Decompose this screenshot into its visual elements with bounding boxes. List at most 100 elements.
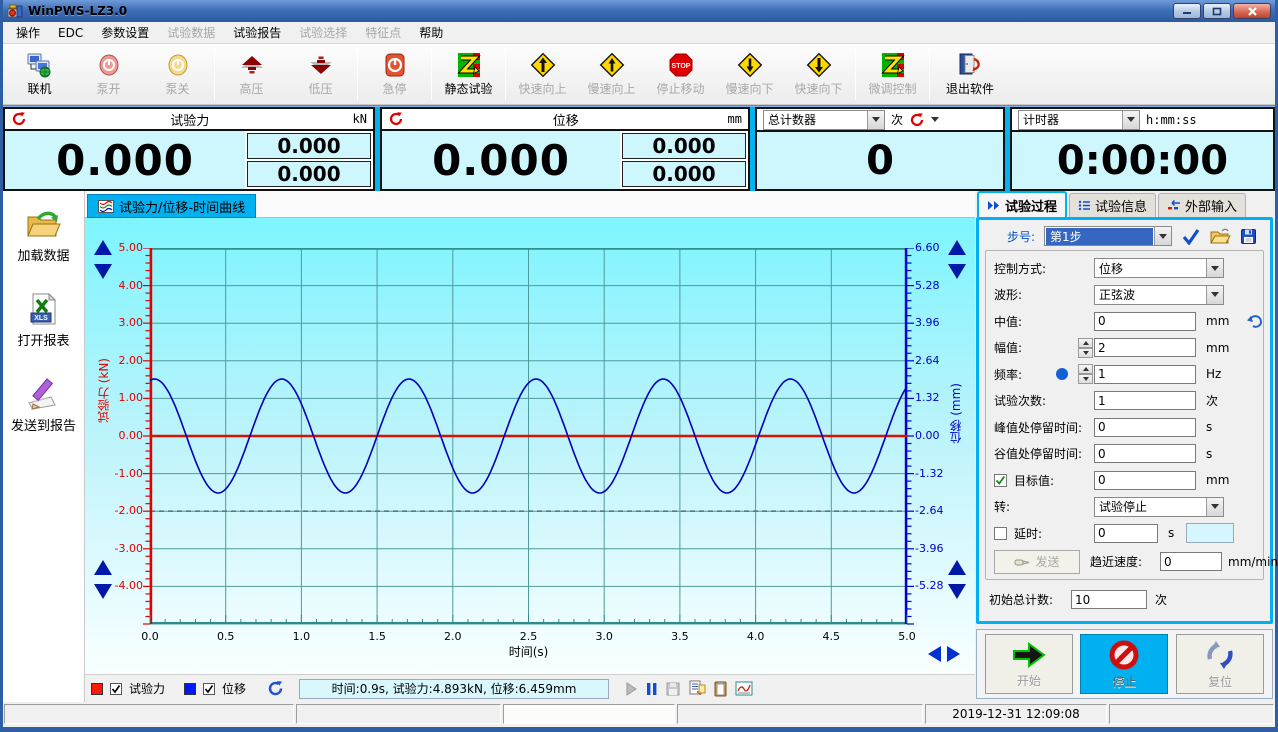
sidebar-item-send-to-report[interactable]: 发送到报告: [11, 377, 76, 434]
menu-operate[interactable]: 操作: [7, 22, 49, 43]
amplitude-input[interactable]: [1094, 338, 1196, 357]
delay-checkbox[interactable]: [994, 527, 1007, 540]
chevron-down-icon[interactable]: [1206, 259, 1223, 277]
fine-tune-button: 微调控制: [858, 45, 927, 103]
initial-count-input[interactable]: [1071, 590, 1147, 609]
delay-input[interactable]: [1094, 524, 1158, 543]
frequency-stepper[interactable]: [1078, 364, 1093, 384]
valley-dwell-input[interactable]: [1094, 444, 1196, 463]
chart-canvas[interactable]: 5.004.003.002.001.000.00-1.00-2.00-3.00-…: [85, 218, 975, 674]
sidebar-item-open-report[interactable]: XLS 打开报表: [17, 292, 69, 349]
counter-select[interactable]: 总计数器: [763, 110, 885, 130]
chevron-down-icon[interactable]: [1206, 498, 1223, 516]
target-input[interactable]: [1094, 471, 1196, 490]
arrow-left-icon[interactable]: [928, 646, 941, 662]
minimize-button[interactable]: [1173, 3, 1201, 19]
right-axis-scroll-down[interactable]: [945, 560, 969, 599]
arrow-down-icon[interactable]: [948, 584, 966, 599]
amplitude-stepper[interactable]: [1078, 338, 1093, 358]
counter-value: 0: [757, 132, 1003, 189]
displacement-series-checkbox[interactable]: [203, 683, 215, 695]
displacement-title: 位移: [410, 110, 722, 129]
displacement-series-swatch: [184, 683, 196, 695]
refresh-icon[interactable]: [267, 680, 284, 697]
menu-edc[interactable]: EDC: [49, 24, 92, 42]
low-pressure-button: 低压: [286, 45, 355, 103]
target-checkbox[interactable]: [994, 474, 1007, 487]
peak-dwell-row: 峰值处停留时间: s: [990, 414, 1259, 441]
force-display-panel: 试验力 kN 0.000 0.000 0.000: [3, 107, 375, 191]
x-tick-label: 2.0: [433, 630, 473, 643]
chevron-down-icon[interactable]: [1154, 227, 1171, 245]
menu-help[interactable]: 帮助: [410, 22, 452, 43]
chevron-down-icon[interactable]: [867, 111, 884, 129]
x-axis-scroll[interactable]: [928, 646, 960, 662]
restore-button[interactable]: [1203, 3, 1231, 19]
test-count-input[interactable]: [1094, 391, 1196, 410]
control-mode-select[interactable]: 位移: [1094, 258, 1224, 278]
displacement-series-label: 位移: [222, 680, 246, 697]
force-reset-icon[interactable]: [11, 111, 27, 127]
displacement-reset-icon[interactable]: [388, 111, 404, 127]
timer-select[interactable]: 计时器: [1018, 110, 1140, 130]
pump-off-button: 泵关: [143, 45, 212, 103]
tab-test-process[interactable]: 试验过程: [977, 191, 1067, 217]
emergency-stop-button: 急停: [360, 45, 429, 103]
menu-parameter-settings[interactable]: 参数设置: [92, 22, 158, 43]
close-button[interactable]: [1233, 3, 1271, 19]
peak-dwell-input[interactable]: [1094, 418, 1196, 437]
arrow-down-icon[interactable]: [94, 264, 112, 279]
arrow-down-icon[interactable]: [94, 584, 112, 599]
slow-down-button: 慢速向下: [715, 45, 784, 103]
copy-curve-icon[interactable]: [713, 680, 728, 697]
apply-check-icon[interactable]: [1181, 228, 1201, 245]
menu-test-report[interactable]: 试验报告: [224, 22, 290, 43]
exit-button[interactable]: 退出软件: [932, 45, 1008, 103]
connect-button[interactable]: 联机: [5, 45, 74, 103]
export-report-icon[interactable]: [688, 680, 706, 697]
right-axis-scroll-up[interactable]: [945, 240, 969, 279]
curve-window-icon[interactable]: [735, 681, 753, 696]
send-label: 发送: [1035, 553, 1059, 570]
pause-icon[interactable]: [645, 681, 658, 697]
chevron-down-icon[interactable]: [1122, 111, 1139, 129]
mid-value-input[interactable]: [1094, 312, 1196, 331]
left-axis-scroll-down[interactable]: [91, 560, 115, 599]
force-series-checkbox[interactable]: [110, 683, 122, 695]
arrow-up-icon[interactable]: [948, 240, 966, 255]
left-axis-scroll-up[interactable]: [91, 240, 115, 279]
chart-tab[interactable]: 试验力/位移-时间曲线: [87, 194, 256, 218]
amplitude-row: 幅值: mm: [990, 335, 1259, 362]
slow-down-label: 慢速向下: [725, 80, 773, 97]
waveform-select[interactable]: 正弦波: [1094, 285, 1224, 305]
arrow-up-icon[interactable]: [948, 560, 966, 575]
x-tick-label: 0.5: [206, 630, 246, 643]
tab-external-input[interactable]: 外部输入: [1158, 193, 1246, 217]
frequency-input[interactable]: [1094, 365, 1196, 384]
step-select[interactable]: 第1步: [1044, 226, 1172, 246]
open-folder-icon[interactable]: [1210, 228, 1231, 245]
static-test-button[interactable]: 静态试验: [434, 45, 503, 103]
save-step-icon[interactable]: [1240, 228, 1257, 245]
chevron-down-icon[interactable]: [1206, 286, 1223, 304]
approach-speed-input[interactable]: [1160, 552, 1222, 571]
static-test-label: 静态试验: [444, 80, 492, 97]
frequency-indicator-icon: [1056, 368, 1068, 380]
counter-reset-icon[interactable]: [909, 112, 925, 128]
arrow-up-icon[interactable]: [94, 560, 112, 575]
stop-button[interactable]: 停止: [1080, 634, 1168, 694]
displacement-display-panel: 位移 mm 0.000 0.000 0.000: [380, 107, 750, 191]
delay-row: 延时: s: [990, 520, 1259, 547]
counter-reset-menu-icon[interactable]: [931, 117, 939, 122]
left-tick-label: 4.00: [87, 279, 143, 292]
tab-test-info[interactable]: 试验信息: [1069, 193, 1156, 217]
arrow-down-icon[interactable]: [948, 264, 966, 279]
sidebar-item-load-data[interactable]: 加载数据: [17, 209, 69, 264]
x-tick-label: 4.0: [736, 630, 776, 643]
left-tick-label: -1.00: [87, 467, 143, 480]
arrow-up-icon[interactable]: [94, 240, 112, 255]
pump-on-button: 泵开: [74, 45, 143, 103]
undo-icon[interactable]: [1246, 314, 1264, 328]
arrow-right-icon[interactable]: [947, 646, 960, 662]
turn-to-select[interactable]: 试验停止: [1094, 497, 1224, 517]
